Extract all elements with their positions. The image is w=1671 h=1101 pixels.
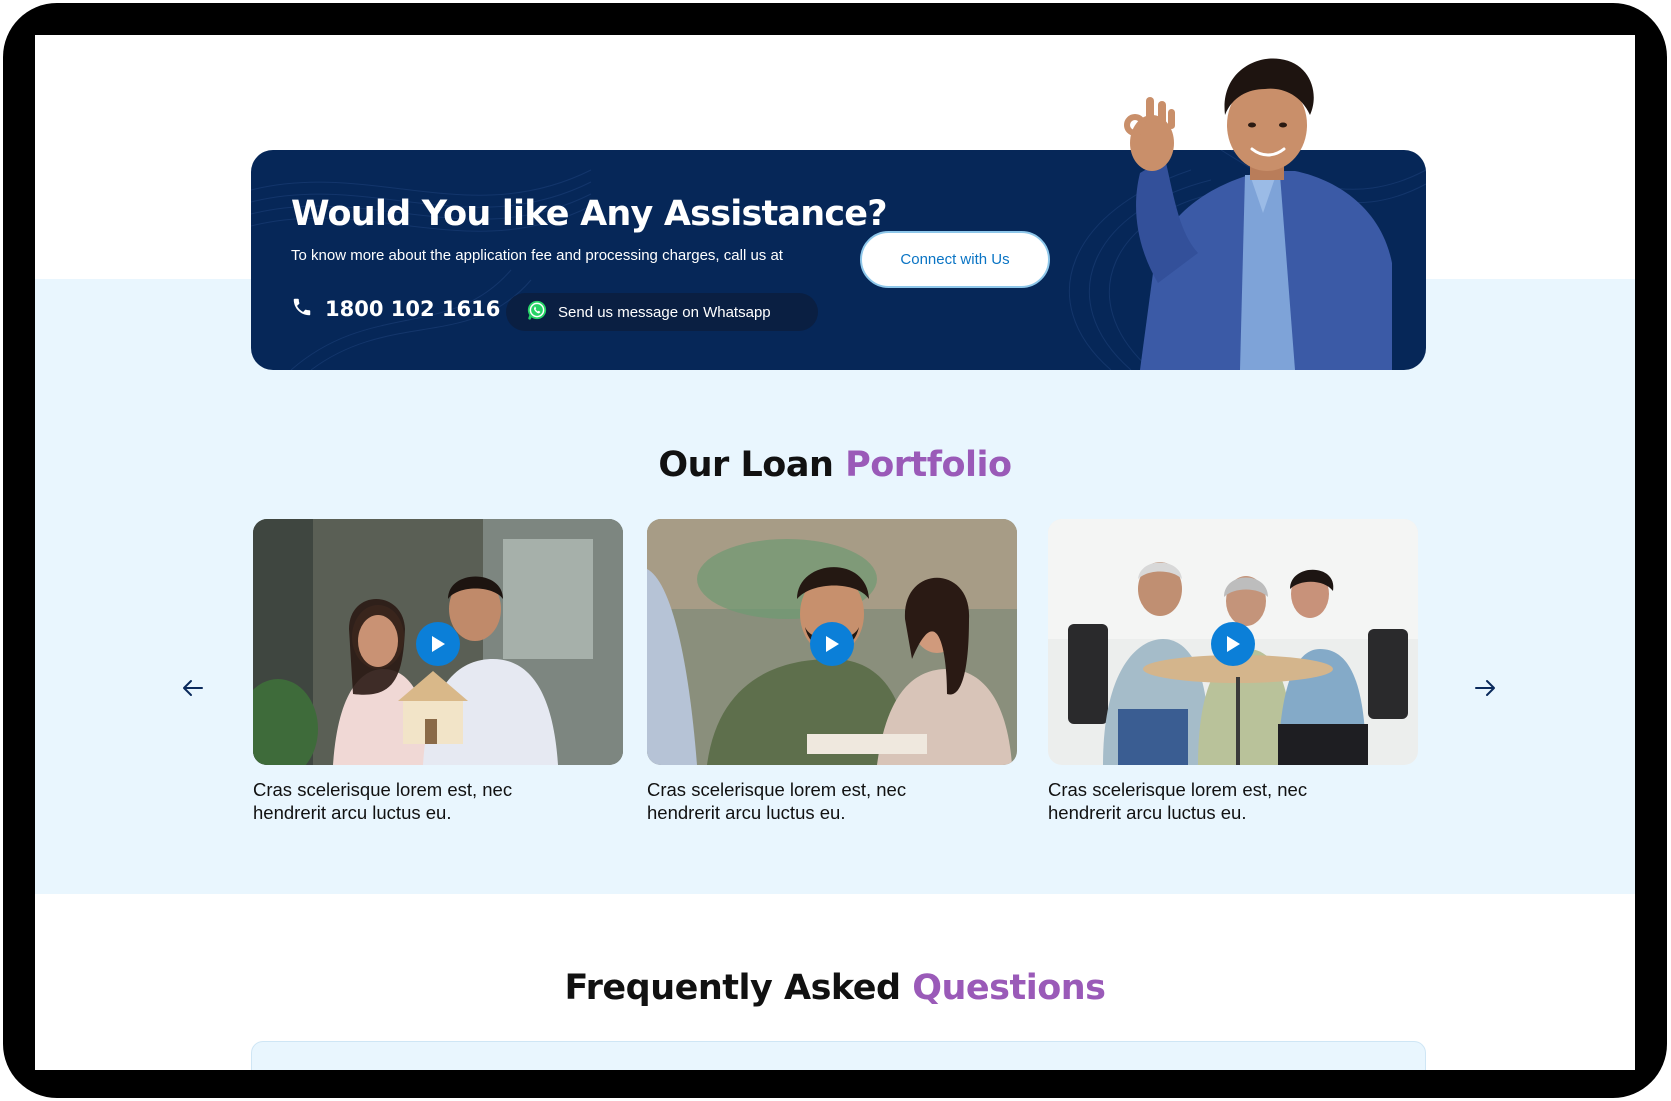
connect-with-us-button[interactable]: Connect with Us — [860, 231, 1050, 288]
play-icon — [824, 635, 840, 653]
arrow-right-icon — [1474, 679, 1496, 702]
portfolio-heading-accent: Portfolio — [845, 445, 1012, 485]
arrow-left-icon — [182, 679, 204, 702]
play-icon — [1225, 635, 1241, 653]
card-caption: Cras scelerisque lorem est, nec hendreri… — [1048, 779, 1308, 823]
card-video-thumbnail[interactable] — [1048, 519, 1418, 765]
whatsapp-button[interactable]: Send us message on Whatsapp — [506, 293, 818, 331]
card-caption: Cras scelerisque lorem est, nec hendreri… — [647, 779, 907, 823]
portfolio-heading: Our Loan Portfolio — [35, 445, 1635, 485]
play-icon — [430, 635, 446, 653]
whatsapp-icon — [526, 299, 548, 326]
whatsapp-label: Send us message on Whatsapp — [558, 303, 771, 321]
faq-heading-accent: Questions — [912, 968, 1106, 1008]
card-video-thumbnail[interactable] — [647, 519, 1017, 765]
phone-number: 1800 102 1616 — [325, 297, 501, 321]
faq-heading: Frequently Asked Questions — [35, 968, 1635, 1008]
device-frame: Would You like Any Assistance? To know m… — [3, 3, 1667, 1098]
assistance-title: Would You like Any Assistance? — [291, 194, 888, 234]
portfolio-heading-main: Our Loan — [658, 445, 834, 485]
page-viewport: Would You like Any Assistance? To know m… — [35, 35, 1635, 1070]
carousel-next-button[interactable] — [1470, 678, 1500, 702]
card-video-thumbnail[interactable] — [253, 519, 623, 765]
faq-item[interactable] — [251, 1041, 1426, 1070]
assistance-subtitle: To know more about the application fee a… — [291, 247, 783, 264]
play-button[interactable] — [1211, 622, 1255, 666]
play-button[interactable] — [416, 622, 460, 666]
phone-contact[interactable]: 1800 102 1616 — [291, 291, 500, 327]
portfolio-card[interactable]: Cras scelerisque lorem est, nec hendreri… — [647, 519, 1017, 824]
spokesperson-image — [1124, 58, 1392, 370]
portfolio-card[interactable]: Cras scelerisque lorem est, nec hendreri… — [253, 519, 623, 824]
card-caption: Cras scelerisque lorem est, nec hendreri… — [253, 779, 513, 823]
faq-heading-main: Frequently Asked — [564, 968, 901, 1008]
phone-icon — [291, 296, 313, 323]
play-button[interactable] — [810, 622, 854, 666]
portfolio-card[interactable]: Cras scelerisque lorem est, nec hendreri… — [1048, 519, 1418, 824]
carousel-prev-button[interactable] — [178, 678, 208, 702]
